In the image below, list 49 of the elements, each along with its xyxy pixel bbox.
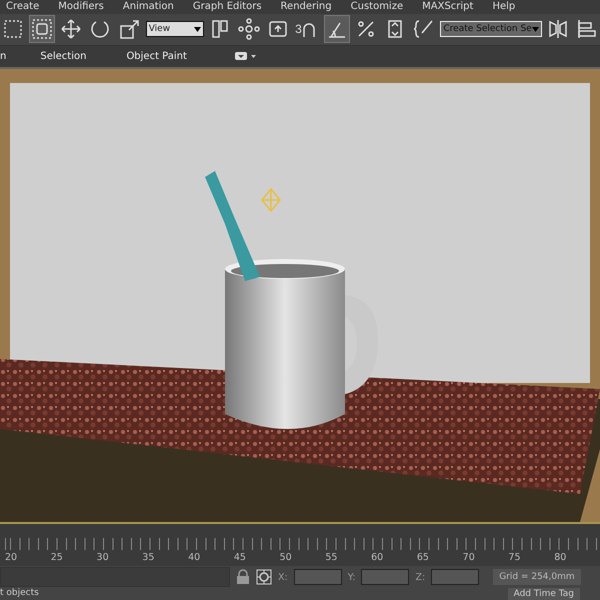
frame-number: 55 xyxy=(325,552,338,565)
prompt-text: t objects xyxy=(0,588,39,600)
ribbon-menu-icon[interactable] xyxy=(234,51,257,62)
menu-item[interactable]: Customize xyxy=(350,0,404,14)
frame-number: 35 xyxy=(142,552,156,565)
scale-icon xyxy=(118,18,141,40)
angle-tool-button[interactable] xyxy=(324,15,350,44)
lock-icon[interactable] xyxy=(236,569,250,585)
frame-number: 40 xyxy=(188,552,202,565)
menu-item[interactable]: Modifiers xyxy=(58,0,104,14)
add-time-tag-button[interactable]: Add Time Tag xyxy=(508,588,580,600)
grid-size-text: Grid = 254,0mm xyxy=(493,569,581,585)
menu-item[interactable]: Graph Editors xyxy=(192,0,262,14)
menu-item[interactable]: MAXScript xyxy=(422,0,474,14)
y-label: Y: xyxy=(348,572,356,582)
helper-icon xyxy=(261,188,281,212)
crossing-icon xyxy=(31,18,54,40)
menu-item[interactable]: Help xyxy=(492,0,516,14)
dropdown-field[interactable]: View xyxy=(146,21,204,38)
menu-item[interactable]: Create xyxy=(6,0,40,14)
ribbon-tab[interactable]: Object Paint xyxy=(126,50,203,62)
mirror-icon xyxy=(546,18,569,40)
frame-number: 20 xyxy=(5,552,18,565)
frame-number: 50 xyxy=(280,552,293,565)
dropdown-arrow-icon[interactable] xyxy=(194,26,201,32)
nodes-icon xyxy=(238,18,260,40)
x-label: X: xyxy=(278,572,288,582)
frame-number: 80 xyxy=(554,552,568,565)
frame-number: 60 xyxy=(371,552,384,565)
crossing-tool-button[interactable] xyxy=(29,15,56,44)
frame-number: 70 xyxy=(462,552,476,565)
ribbon-tab[interactable]: n xyxy=(0,50,40,62)
frame-number: 30 xyxy=(96,552,110,565)
z-coordinate-field[interactable] xyxy=(431,569,480,585)
ribbon-tab[interactable]: Selection xyxy=(40,50,126,62)
frame-number: 45 xyxy=(234,552,247,565)
region-icon xyxy=(2,18,24,40)
x-coordinate-field[interactable] xyxy=(294,569,342,585)
align-icon xyxy=(576,18,598,40)
menu-item[interactable]: Rendering xyxy=(280,0,332,14)
frame-number: 65 xyxy=(416,552,430,565)
snap-tool-button[interactable]: 3 xyxy=(294,15,321,44)
move-icon xyxy=(60,18,82,40)
frame-number: 75 xyxy=(508,552,522,565)
absolute-mode-icon[interactable] xyxy=(256,569,272,585)
y-coordinate-field[interactable] xyxy=(361,569,410,585)
menu-item[interactable]: Animation xyxy=(122,0,174,14)
frame-number: 25 xyxy=(50,552,64,565)
z-label: Z: xyxy=(415,572,426,582)
